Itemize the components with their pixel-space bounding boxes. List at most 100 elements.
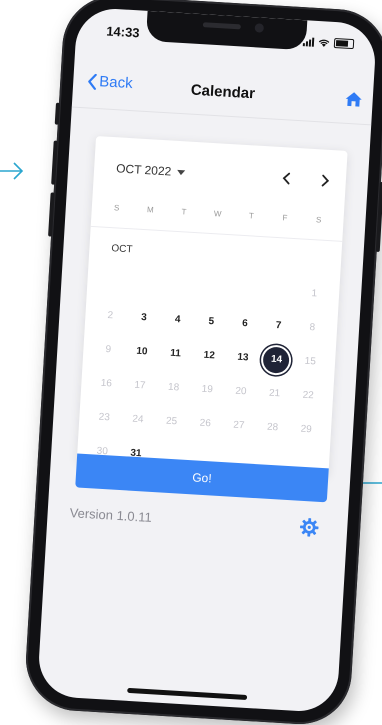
weekday-label: S [113,203,120,213]
home-button[interactable] [344,91,363,113]
status-icons [302,36,355,50]
day-cell[interactable]: 1 [296,276,332,312]
weekday-label: M [146,205,154,215]
empty-day-cell [128,266,164,302]
arrow-right-icon [0,162,24,180]
day-number: 21 [268,387,281,400]
day-number: 29 [300,423,313,436]
day-number: 19 [201,383,214,396]
calendar-card: OCT 2022 SMTWTFS OCT 1 2 3 4 5 6 7 8 9 10 11 12 13 14… [75,136,348,503]
phone-mockup: 14:33 Back Calendar OCT 2022 S M T W T F… [23,0,382,725]
battery-icon [333,37,355,50]
day-cell[interactable]: 18 [156,370,192,406]
day-number: 24 [132,413,144,426]
day-number: 6 [241,318,249,330]
day-number: 1 [311,288,318,300]
day-number: 3 [140,312,148,324]
day-number: 8 [309,322,316,334]
day-cell[interactable]: 21 [257,376,293,412]
app-screen: 14:33 Back Calendar OCT 2022 S M T W T F… [36,6,378,714]
day-cell[interactable]: 17 [122,368,158,404]
day-number: 15 [304,355,317,368]
caret-down-icon [177,169,186,175]
day-cell[interactable]: 27 [221,408,257,444]
page-title: Calendar [190,81,256,103]
day-cell[interactable]: 28 [255,410,291,446]
day-number: 14 [262,346,291,374]
weekday-label: S [315,215,322,225]
day-number: 20 [235,385,247,398]
day-cell[interactable]: 6 [227,306,263,342]
day-cell[interactable]: 4 [160,302,196,338]
day-number: 18 [167,381,180,394]
month-year-label: OCT 2022 [115,161,172,179]
day-cell[interactable]: 13 [225,340,261,376]
month-label: OCT [111,243,133,256]
day-cell[interactable]: 8 [294,310,330,346]
day-number: 28 [266,421,279,434]
weekday-label: T [248,211,255,221]
empty-day-cell [162,268,198,304]
day-number: 17 [134,379,146,392]
day-cell[interactable]: 15 [292,344,328,380]
selected-day-cell[interactable]: 14 [259,342,295,378]
stage: 14:33 Back Calendar OCT 2022 S M T W T F… [0,0,382,725]
day-number: 7 [275,320,282,332]
day-cell[interactable]: 11 [158,336,194,372]
day-number: 4 [174,314,181,326]
day-number: 26 [199,417,212,430]
divider [90,225,343,242]
previous-month-button[interactable] [277,167,296,190]
day-cell[interactable]: 3 [126,300,162,336]
day-cell[interactable]: 29 [288,412,324,448]
home-icon [345,92,362,107]
day-cell[interactable]: 5 [193,304,229,340]
day-cell[interactable]: 23 [86,400,122,436]
day-cell[interactable]: 10 [124,334,160,370]
day-cell[interactable]: 7 [261,308,297,344]
day-cell[interactable]: 20 [223,374,259,410]
day-number: 11 [169,347,182,360]
day-number: 16 [100,377,113,390]
day-grid: 1 2 3 4 5 6 7 8 9 10 11 12 13 14 15 16 17 18 19 20 21 22 23 24 2… [84,264,332,482]
day-number: 27 [232,419,245,432]
day-cell[interactable]: 12 [191,338,227,374]
settings-button[interactable] [298,517,319,543]
next-month-button[interactable] [315,169,334,192]
day-number: 22 [302,389,315,402]
wifi-icon [318,39,330,47]
day-cell[interactable]: 16 [88,366,124,402]
home-indicator [127,687,248,700]
day-number: 12 [203,349,216,362]
calendar-header: OCT 2022 [93,156,346,195]
day-cell[interactable]: 24 [120,402,156,438]
empty-day-cell [94,264,130,300]
empty-day-cell [195,270,231,306]
day-number: 9 [105,343,112,356]
day-cell[interactable]: 9 [90,332,126,368]
signal-icon [302,37,315,47]
weekday-label: F [282,213,288,223]
weekday-label: T [181,207,187,217]
weekday-header: S M T W T F S [100,202,336,225]
gear-icon [300,518,319,537]
speaker [202,22,241,30]
day-cell[interactable]: 19 [189,372,225,408]
empty-day-cell [263,274,299,310]
day-cell[interactable]: 25 [154,404,190,440]
day-number: 25 [165,415,178,428]
day-number: 5 [208,316,215,328]
month-year-dropdown[interactable]: OCT 2022 [116,161,186,179]
weekday-label: W [213,209,222,219]
day-number: 23 [98,411,111,424]
version-label: Version 1.0.11 [69,505,153,525]
camera [254,23,265,33]
navigation-bar: Back Calendar [71,62,374,126]
empty-day-cell [229,272,265,308]
day-cell[interactable]: 26 [187,406,223,442]
day-cell[interactable]: 2 [92,298,128,334]
day-number: 13 [237,351,249,364]
day-number: 2 [107,310,114,322]
day-number: 10 [136,345,148,358]
day-cell[interactable]: 22 [290,378,326,414]
